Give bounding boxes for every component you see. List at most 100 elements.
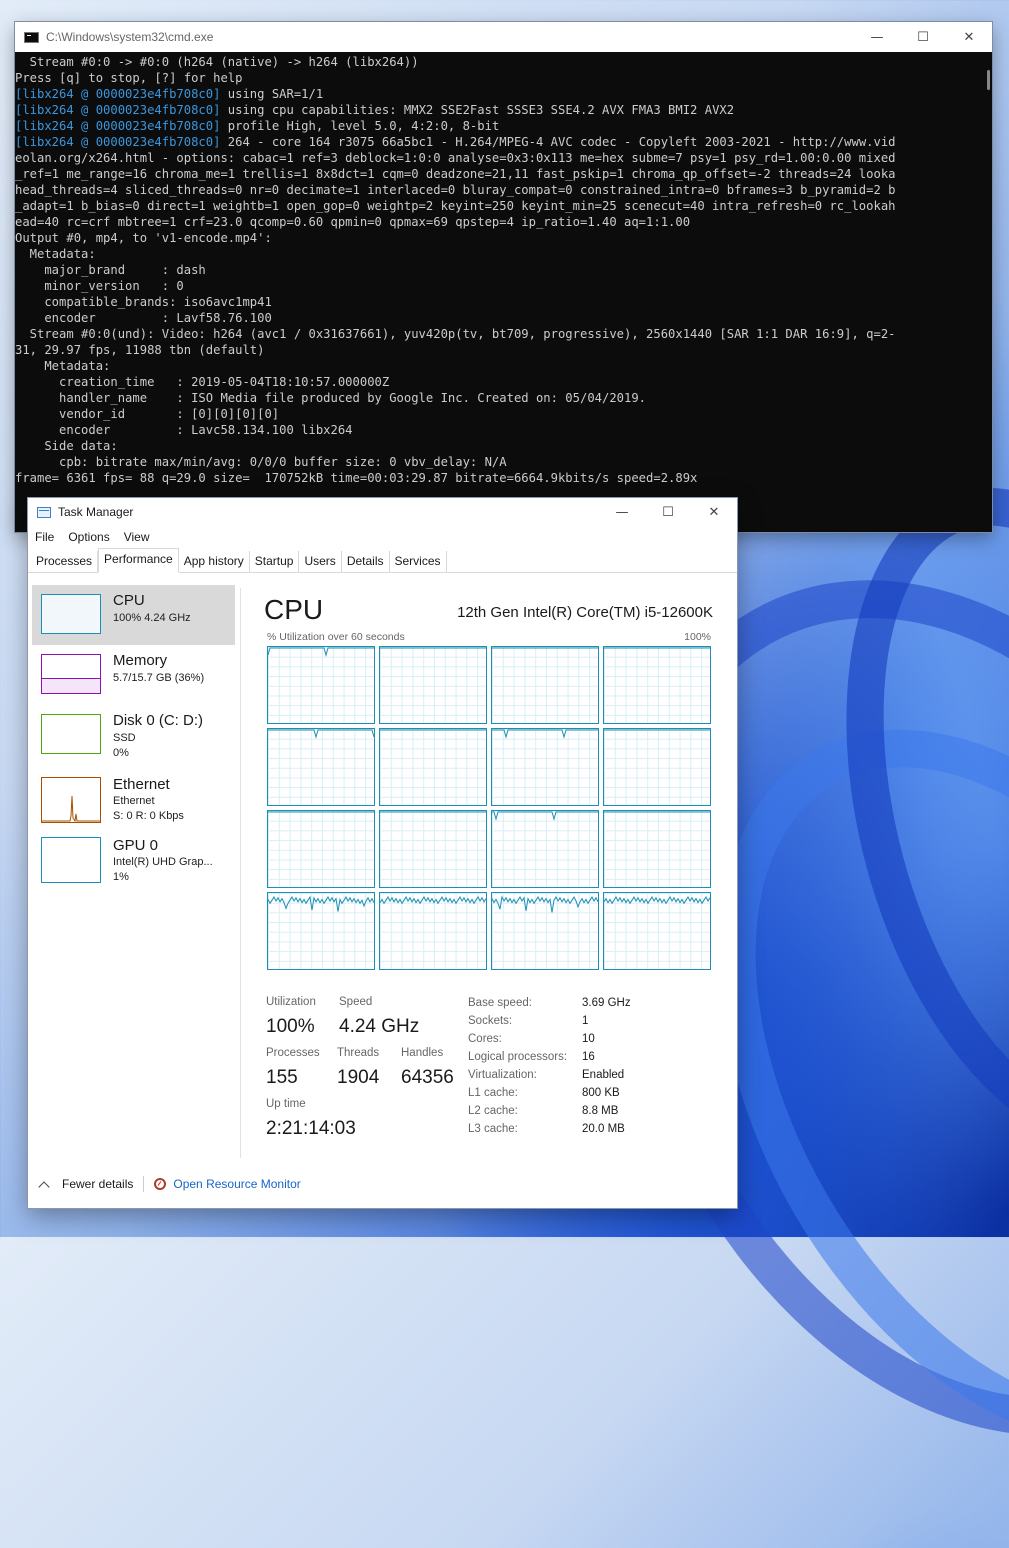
tab-users[interactable]: Users — [299, 551, 342, 572]
console-output[interactable]: Stream #0:0 -> #0:0 (h264 (native) -> h2… — [15, 52, 975, 486]
task-manager-window[interactable]: Task Manager — ☐ ✕ File Options View Pro… — [28, 498, 737, 1208]
cmd-title-bar[interactable]: C:\Windows\system32\cmd.exe — ☐ ✕ — [15, 22, 992, 52]
utilization-line — [604, 647, 710, 649]
spec-label: L1 cache: — [468, 1087, 518, 1099]
tab-startup[interactable]: Startup — [250, 551, 300, 572]
sidebar-item-ethernet[interactable]: Ethernet Ethernet S: 0 R: 0 Kbps — [32, 765, 235, 831]
maximize-button[interactable]: ☐ — [645, 498, 691, 526]
handles-value: 64356 — [401, 1067, 454, 1088]
console-line-text: ead=40 rc=crf mbtree=1 crf=23.0 qcomp=0.… — [15, 215, 691, 229]
sidebar-item-detail: 0% — [113, 747, 129, 759]
menu-file[interactable]: File — [35, 530, 54, 544]
console-line: ead=40 rc=crf mbtree=1 crf=23.0 qcomp=0.… — [15, 214, 975, 230]
console-line: [libx264 @ 0000023e4fb708c0] profile Hig… — [15, 118, 975, 134]
utilization-line — [268, 729, 374, 739]
cmd-window-title: C:\Windows\system32\cmd.exe — [46, 30, 214, 44]
sidebar-item-label: CPU — [113, 592, 145, 609]
utilization-line — [604, 895, 710, 905]
cpu-heading: CPU — [264, 594, 324, 625]
performance-sidebar: CPU 100% 4.24 GHz Memory 5.7/15.7 GB (36… — [32, 585, 235, 891]
maximize-button[interactable]: ☐ — [900, 22, 946, 52]
logical-processor-graph — [491, 892, 599, 970]
console-line-text: head_threads=4 sliced_threads=0 nr=0 dec… — [15, 183, 896, 197]
console-line: [libx264 @ 0000023e4fb708c0] using cpu c… — [15, 102, 975, 118]
console-line: eolan.org/x264.html - options: cabac=1 r… — [15, 150, 975, 166]
console-line: _ref=1 me_range=16 chroma_me=1 trellis=1… — [15, 166, 975, 182]
console-line-text: eolan.org/x264.html - options: cabac=1 r… — [15, 151, 896, 165]
utilization-line — [380, 647, 486, 649]
uptime-label: Up time — [266, 1098, 306, 1110]
speed-value: 4.24 GHz — [339, 1016, 420, 1037]
console-line-text: 264 - core 164 r3075 66a5bc1 - H.264/MPE… — [220, 135, 896, 149]
ethernet-spike-line — [42, 795, 100, 822]
sidebar-item-cpu[interactable]: CPU 100% 4.24 GHz — [32, 585, 235, 645]
cmd-app-icon — [24, 31, 39, 43]
logical-processor-graph — [267, 728, 375, 806]
sidebar-item-memory[interactable]: Memory 5.7/15.7 GB (36%) — [32, 645, 235, 705]
utilization-line — [380, 811, 486, 813]
tab-details[interactable]: Details — [342, 551, 390, 572]
utilization-line — [604, 811, 710, 813]
tm-title-bar[interactable]: Task Manager — ☐ ✕ — [28, 498, 737, 526]
tab-performance[interactable]: Performance — [98, 548, 179, 573]
close-button[interactable]: ✕ — [946, 22, 992, 52]
menu-options[interactable]: Options — [68, 530, 109, 544]
sidebar-item-label: Memory — [113, 652, 168, 669]
speed-label: Speed — [339, 996, 373, 1008]
console-line-text: _ref=1 me_range=16 chroma_me=1 trellis=1… — [15, 167, 896, 181]
spec-value: 20.0 MB — [582, 1123, 625, 1135]
cmd-window[interactable]: C:\Windows\system32\cmd.exe — ☐ ✕ Stream… — [15, 22, 992, 532]
menu-view[interactable]: View — [124, 530, 150, 544]
minimize-icon: — — [615, 504, 629, 520]
utilization-line — [492, 811, 598, 821]
sidebar-item-label: Disk 0 (C: D:) — [113, 712, 203, 729]
sidebar-item-detail: Ethernet — [113, 795, 155, 807]
tab-processes[interactable]: Processes — [31, 551, 99, 572]
gpu-thumbnail-graph — [41, 837, 101, 883]
console-line: [libx264 @ 0000023e4fb708c0] using SAR=1… — [15, 86, 975, 102]
tab-app-history[interactable]: App history — [179, 551, 250, 572]
processes-label: Processes — [266, 1047, 320, 1059]
logical-processor-graph — [267, 892, 375, 970]
threads-label: Threads — [337, 1047, 380, 1059]
sidebar-item-gpu[interactable]: GPU 0 Intel(R) UHD Grap... 1% — [32, 831, 235, 891]
console-line: vendor_id : [0][0][0][0] — [15, 406, 975, 422]
graph-max-label: 100% — [684, 631, 711, 643]
console-line-text: frame= 6361 fps= 88 q=29.0 size= 170752k… — [15, 471, 698, 485]
utilization-line — [604, 729, 710, 731]
console-line-text: creation_time : 2019-05-04T18:10:57.0000… — [15, 375, 390, 389]
sidebar-item-detail: 100% 4.24 GHz — [113, 612, 191, 624]
spec-value: 10 — [582, 1033, 595, 1045]
console-line-tag: [libx264 @ 0000023e4fb708c0] — [15, 135, 221, 149]
console-line-text: using SAR=1/1 — [220, 87, 324, 101]
open-resource-monitor-link[interactable]: Open Resource Monitor — [173, 1177, 300, 1191]
close-icon: ✕ — [963, 29, 975, 45]
processes-value: 155 — [266, 1067, 298, 1088]
tab-services[interactable]: Services — [390, 551, 447, 572]
console-line-text: major_brand : dash — [15, 263, 206, 277]
spec-value: 16 — [582, 1051, 595, 1063]
logical-processor-graph — [379, 892, 487, 970]
utilization-label: Utilization — [266, 996, 316, 1008]
footer-separator — [143, 1176, 145, 1192]
console-line: encoder : Lavc58.134.100 libx264 — [15, 422, 975, 438]
logical-processor-graph — [379, 646, 487, 724]
minimize-button[interactable]: — — [599, 498, 645, 526]
chevron-up-icon — [38, 1180, 50, 1193]
logical-processor-graphs — [267, 646, 711, 970]
sidebar-item-label: Ethernet — [113, 776, 170, 793]
console-line: _adapt=1 b_bias=0 direct=1 weightb=1 ope… — [15, 198, 975, 214]
sidebar-item-detail: 5.7/15.7 GB (36%) — [113, 672, 205, 684]
utilization-line — [492, 647, 598, 649]
console-line: Side data: — [15, 438, 975, 454]
cmd-scrollbar[interactable] — [987, 70, 990, 90]
minimize-button[interactable]: — — [854, 22, 900, 52]
ethernet-thumbnail-graph — [41, 777, 101, 823]
fewer-details-button[interactable]: Fewer details — [62, 1177, 133, 1191]
graph-caption: % Utilization over 60 seconds — [267, 631, 405, 643]
sidebar-item-disk[interactable]: Disk 0 (C: D:) SSD 0% — [32, 705, 235, 765]
close-button[interactable]: ✕ — [691, 498, 737, 526]
console-line: 31, 29.97 fps, 11988 tbn (default) — [15, 342, 975, 358]
utilization-line — [380, 895, 486, 905]
console-line: head_threads=4 sliced_threads=0 nr=0 dec… — [15, 182, 975, 198]
